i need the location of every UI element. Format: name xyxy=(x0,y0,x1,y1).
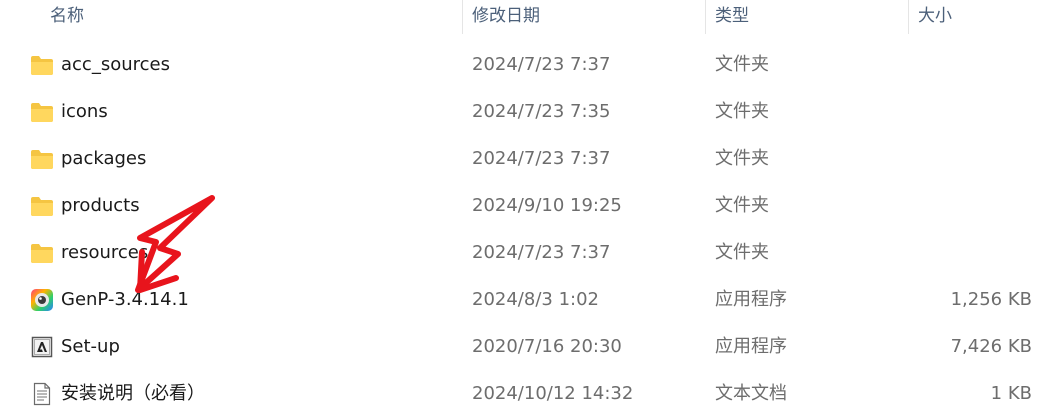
genp-app-icon xyxy=(31,289,53,311)
file-type: 文件夹 xyxy=(715,195,769,216)
folder-icon xyxy=(31,244,53,263)
file-size: 7,426 KB xyxy=(950,336,1032,357)
adobe-setup-icon xyxy=(31,336,53,358)
column-divider[interactable] xyxy=(705,0,706,34)
file-row[interactable]: icons 2024/7/23 7:35 文件夹 xyxy=(0,89,1050,136)
file-type: 文件夹 xyxy=(715,242,769,263)
file-type: 文本文档 xyxy=(715,383,787,404)
column-header-size[interactable]: 大小 xyxy=(918,0,952,34)
sort-caret-icon: ⌃ xyxy=(230,0,242,10)
file-date: 2024/7/23 7:37 xyxy=(472,148,611,169)
file-explorer-window: 名称 ⌃ 修改日期 类型 大小 acc_sources 2024/7/23 7:… xyxy=(0,0,1050,419)
column-header-bar: 名称 ⌃ 修改日期 类型 大小 xyxy=(0,0,1050,34)
folder-icon xyxy=(31,150,53,169)
file-type: 文件夹 xyxy=(715,101,769,122)
file-row[interactable]: GenP-3.4.14.1 2024/8/3 1:02 应用程序 1,256 K… xyxy=(0,277,1050,324)
file-type: 应用程序 xyxy=(715,289,787,310)
file-type: 文件夹 xyxy=(715,54,769,75)
file-date: 2024/8/3 1:02 xyxy=(472,289,599,310)
file-name: icons xyxy=(61,101,108,122)
file-name: products xyxy=(61,195,140,216)
column-header-date[interactable]: 修改日期 xyxy=(472,0,540,34)
file-date: 2024/7/23 7:37 xyxy=(472,242,611,263)
file-row[interactable]: products 2024/9/10 19:25 文件夹 xyxy=(0,183,1050,230)
file-date: 2024/9/10 19:25 xyxy=(472,195,622,216)
file-date: 2020/7/16 20:30 xyxy=(472,336,622,357)
file-name: packages xyxy=(61,148,147,169)
file-name: Set-up xyxy=(61,336,120,357)
column-divider[interactable] xyxy=(462,0,463,34)
file-list: acc_sources 2024/7/23 7:37 文件夹 icons 202… xyxy=(0,42,1050,418)
folder-icon xyxy=(31,56,53,75)
file-date: 2024/7/23 7:35 xyxy=(472,101,611,122)
file-row[interactable]: acc_sources 2024/7/23 7:37 文件夹 xyxy=(0,42,1050,89)
column-divider[interactable] xyxy=(908,0,909,34)
folder-icon xyxy=(31,103,53,122)
file-name: GenP-3.4.14.1 xyxy=(61,289,189,310)
file-type: 文件夹 xyxy=(715,148,769,169)
file-row[interactable]: packages 2024/7/23 7:37 文件夹 xyxy=(0,136,1050,183)
column-header-name[interactable]: 名称 xyxy=(50,0,84,34)
file-type: 应用程序 xyxy=(715,336,787,357)
file-row[interactable]: 安装说明（必看） 2024/10/12 14:32 文本文档 1 KB xyxy=(0,371,1050,418)
file-name: 安装说明（必看） xyxy=(61,383,205,404)
file-name: resources xyxy=(61,242,149,263)
file-size: 1 KB xyxy=(990,383,1032,404)
text-document-icon xyxy=(33,382,51,406)
file-date: 2024/7/23 7:37 xyxy=(472,54,611,75)
file-name: acc_sources xyxy=(61,54,170,75)
file-row[interactable]: resources 2024/7/23 7:37 文件夹 xyxy=(0,230,1050,277)
column-header-type[interactable]: 类型 xyxy=(715,0,749,34)
file-row[interactable]: Set-up 2020/7/16 20:30 应用程序 7,426 KB xyxy=(0,324,1050,371)
file-size: 1,256 KB xyxy=(950,289,1032,310)
folder-icon xyxy=(31,197,53,216)
file-date: 2024/10/12 14:32 xyxy=(472,383,634,404)
